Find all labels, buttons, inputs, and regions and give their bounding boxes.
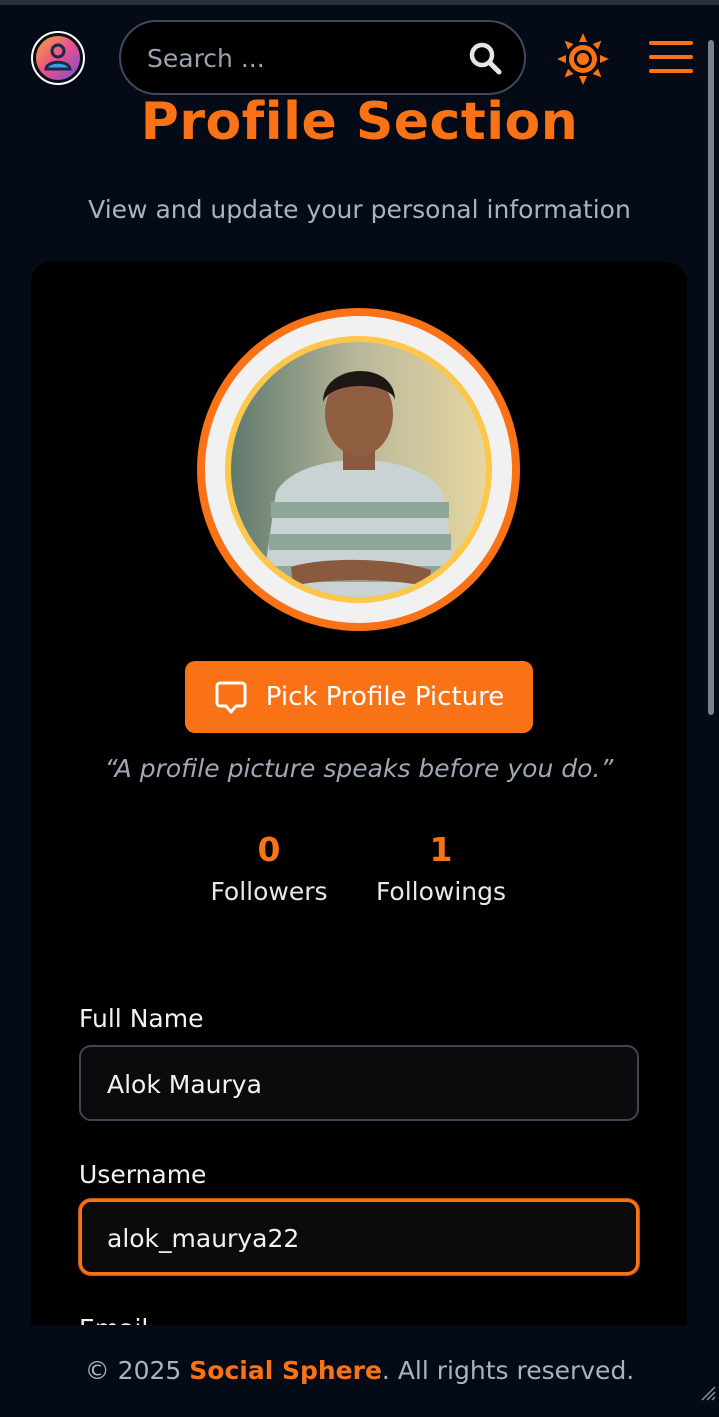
profile-card: Pick Profile Picture “A profile picture …	[31, 262, 687, 1343]
menu-icon[interactable]	[649, 40, 693, 74]
username-field	[79, 1199, 639, 1275]
followings-label: Followings	[375, 877, 507, 906]
full-name-field	[79, 1045, 639, 1121]
followers-stat[interactable]: 0 Followers	[189, 830, 349, 906]
avatar	[197, 308, 520, 631]
full-name-label: Full Name	[79, 1004, 204, 1033]
full-name-input[interactable]	[105, 1047, 609, 1121]
resize-handle-icon[interactable]	[700, 1385, 716, 1401]
header	[0, 5, 719, 105]
pick-profile-picture-label: Pick Profile Picture	[265, 682, 505, 712]
followings-stat[interactable]: 1 Followings	[361, 830, 521, 906]
search-icon[interactable]	[468, 41, 502, 75]
followers-count: 0	[257, 830, 281, 869]
app-logo-icon	[36, 36, 80, 80]
search-bar	[119, 20, 526, 95]
footer-rights: . All rights reserved.	[381, 1356, 635, 1385]
profile-quote: “A profile picture speaks before you do.…	[104, 754, 614, 783]
page-title: Profile Section	[140, 92, 579, 152]
username-label: Username	[79, 1160, 207, 1189]
username-input[interactable]	[105, 1201, 609, 1275]
footer-copyright: © 2025	[84, 1356, 190, 1385]
search-input[interactable]	[145, 22, 459, 95]
image-icon	[215, 681, 247, 714]
sun-icon[interactable]	[557, 33, 609, 85]
followers-label: Followers	[210, 877, 328, 906]
followings-count: 1	[429, 830, 453, 869]
scrollbar[interactable]	[708, 40, 714, 715]
footer-brand-link[interactable]: Social Sphere	[189, 1356, 382, 1385]
app-logo[interactable]	[31, 31, 85, 85]
profile-photo	[231, 342, 486, 597]
page-subtitle: View and update your personal informatio…	[88, 195, 631, 224]
footer: © 2025 Social Sphere. All rights reserve…	[0, 1325, 719, 1403]
pick-profile-picture-button[interactable]: Pick Profile Picture	[185, 661, 533, 733]
